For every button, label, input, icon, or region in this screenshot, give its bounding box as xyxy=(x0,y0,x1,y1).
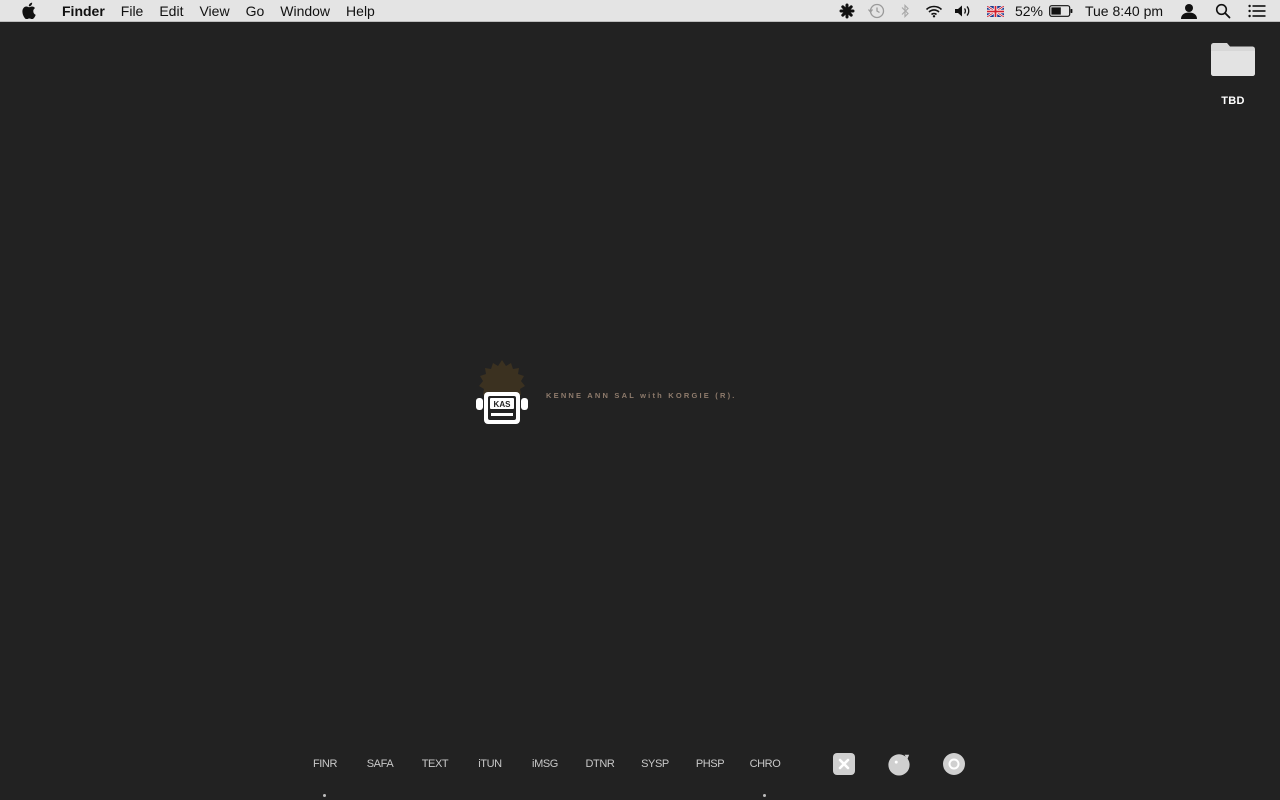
running-indicator-chro xyxy=(763,794,766,797)
folder-label[interactable]: TBD xyxy=(1221,95,1245,107)
dock-item-finr[interactable]: FINR xyxy=(300,758,350,770)
dock: FINR SAFA TEXT iTUN iMSG DTNR SYSP PHSP … xyxy=(300,746,980,800)
menu-bar-left: Finder File Edit View Go Window Help xyxy=(0,0,383,22)
bluetooth-icon[interactable] xyxy=(890,0,920,22)
clock[interactable]: Tue 8:40 pm xyxy=(1076,0,1172,22)
user-icon[interactable] xyxy=(1172,0,1206,22)
menu-help[interactable]: Help xyxy=(338,0,383,22)
menu-app-name[interactable]: Finder xyxy=(54,0,113,22)
asterisk-icon[interactable] xyxy=(832,0,862,22)
menu-edit[interactable]: Edit xyxy=(151,0,191,22)
uk-flag-icon[interactable] xyxy=(978,0,1012,22)
volume-icon[interactable] xyxy=(948,0,978,22)
notification-center-icon[interactable] xyxy=(1240,0,1274,22)
ring-icon[interactable] xyxy=(942,752,966,776)
battery-percent[interactable]: 52% xyxy=(1012,0,1046,22)
dock-item-imsg[interactable]: iMSG xyxy=(520,758,570,770)
dock-item-safa[interactable]: SAFA xyxy=(355,758,405,770)
menu-bar-right: 52% Tue 8:40 pm xyxy=(832,0,1280,22)
running-indicator-finr xyxy=(323,794,326,797)
battery-icon[interactable] xyxy=(1046,0,1076,22)
kas-logo-icon: KAS xyxy=(470,358,534,433)
dock-item-chro[interactable]: CHRO xyxy=(740,758,790,770)
desktop-folder-tbd[interactable]: TBD xyxy=(1196,40,1270,120)
dock-item-phsp[interactable]: PHSP xyxy=(685,758,735,770)
menu-view[interactable]: View xyxy=(191,0,237,22)
time-machine-icon[interactable] xyxy=(862,0,890,22)
close-button-icon[interactable] xyxy=(832,752,856,776)
wallpaper-logo: KAS KENNE ANN SAL with KORGIE (R). xyxy=(470,358,737,433)
folder-icon[interactable] xyxy=(1208,40,1258,81)
dock-item-sysp[interactable]: SYSP xyxy=(630,758,680,770)
dock-item-dtnr[interactable]: DTNR xyxy=(575,758,625,770)
apple-icon[interactable] xyxy=(20,2,36,19)
dock-item-itun[interactable]: iTUN xyxy=(465,758,515,770)
dock-item-text[interactable]: TEXT xyxy=(410,758,460,770)
spotlight-icon[interactable] xyxy=(1206,0,1240,22)
wifi-icon[interactable] xyxy=(920,0,948,22)
menu-window[interactable]: Window xyxy=(272,0,338,22)
bubble-icon[interactable] xyxy=(887,752,911,776)
menu-file[interactable]: File xyxy=(113,0,152,22)
logo-badge-text: KAS xyxy=(494,400,512,409)
menu-bar: Finder File Edit View Go Window Help 52%… xyxy=(0,0,1280,22)
menu-go[interactable]: Go xyxy=(238,0,273,22)
logo-tagline: KENNE ANN SAL with KORGIE (R). xyxy=(546,391,737,400)
